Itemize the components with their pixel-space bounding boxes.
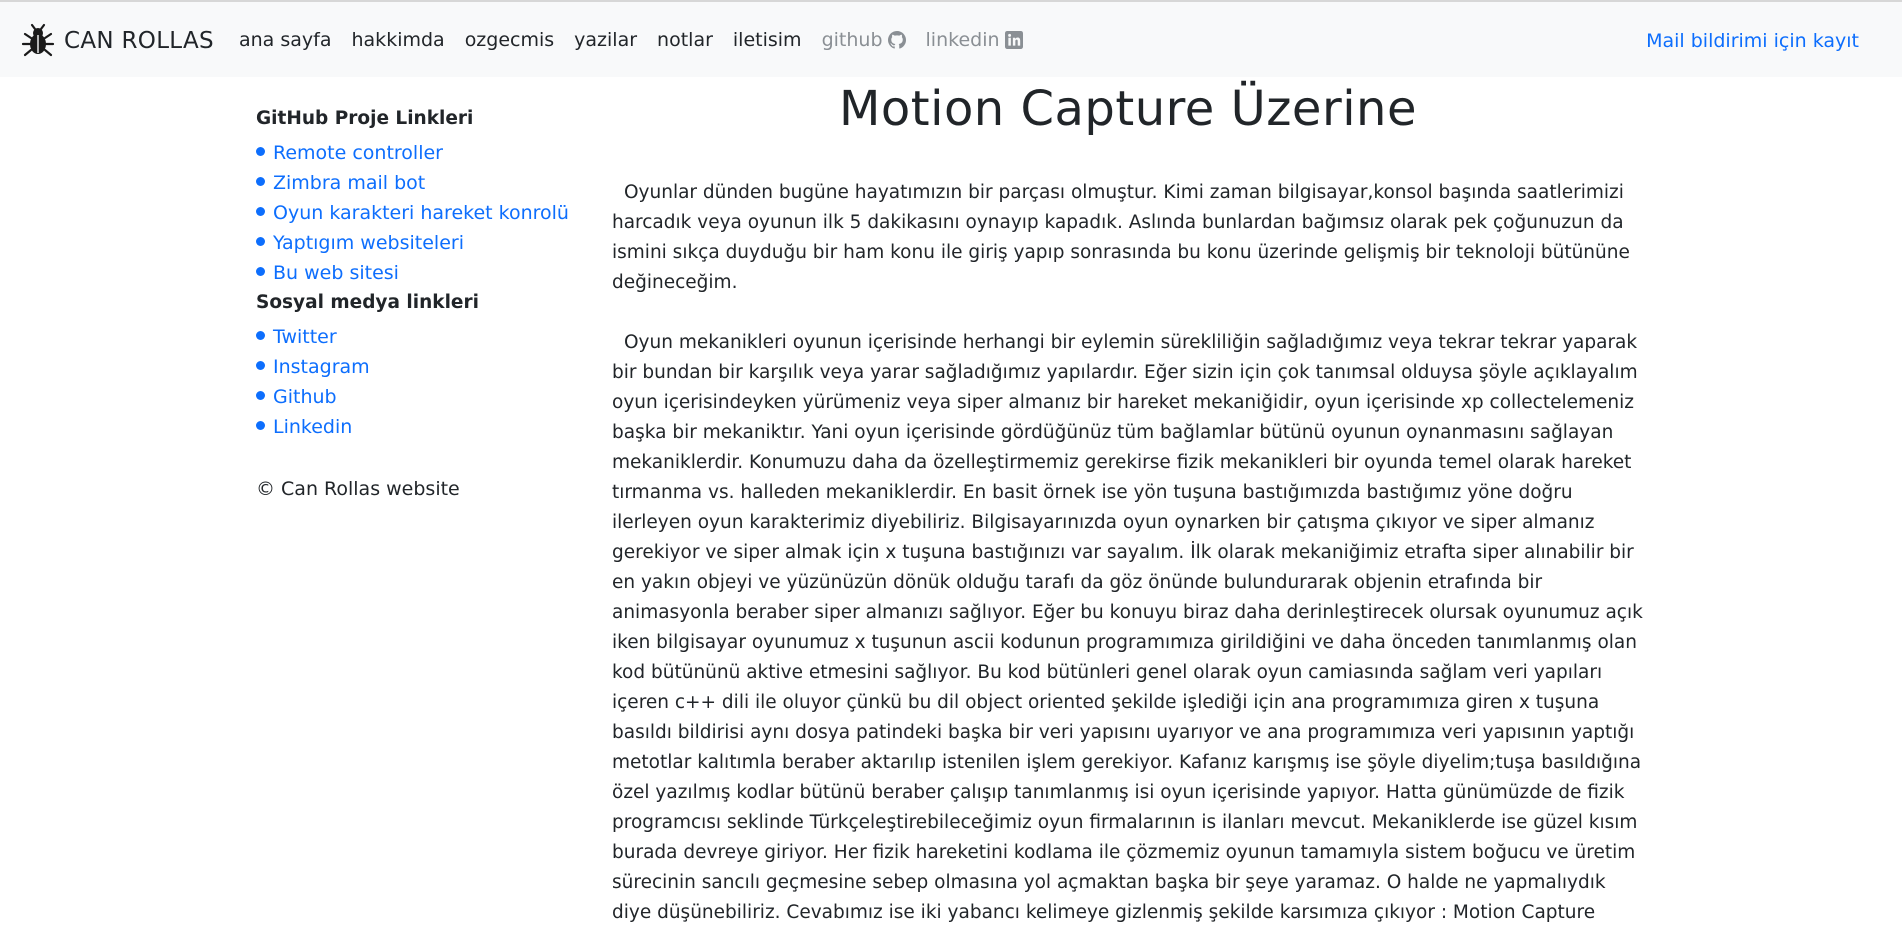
- copyright-text: © Can Rollas website: [256, 478, 460, 500]
- project-link-remote-controller[interactable]: Remote controller: [256, 138, 576, 168]
- nav-link-linkedin[interactable]: linkedin: [926, 29, 1023, 51]
- bullet-icon: [256, 237, 265, 246]
- linkedin-icon: [1004, 31, 1023, 49]
- social-list: Twitter Instagram Github Linkedin: [256, 322, 576, 442]
- bug-icon: [21, 23, 55, 57]
- project-link-websiteleri[interactable]: Yaptıgım websiteleri: [256, 228, 576, 258]
- bullet-icon: [256, 147, 265, 156]
- project-link-oyun-karakteri[interactable]: Oyun karakteri hareket konrolü: [256, 198, 576, 228]
- nav-link-linkedin-label: linkedin: [925, 29, 1000, 51]
- bullet-icon: [256, 207, 265, 216]
- brand-name: CAN ROLLAS: [64, 28, 214, 54]
- project-link-label: Remote controller: [273, 142, 443, 164]
- bullet-icon: [256, 391, 265, 400]
- article: Motion Capture Üzerine Oyunlar dünden bu…: [612, 74, 1644, 928]
- nav-link-hakkimda[interactable]: hakkimda: [352, 29, 445, 51]
- project-link-label: Yaptıgım websiteleri: [273, 232, 464, 254]
- project-link-label: Oyun karakteri hareket konrolü: [273, 202, 569, 224]
- nav-link-github[interactable]: github: [822, 29, 906, 51]
- nav-link-ozgecmis[interactable]: ozgecmis: [465, 29, 554, 51]
- social-heading: Sosyal medya linkleri: [256, 292, 479, 313]
- github-icon: [887, 31, 906, 49]
- nav-link-notlar[interactable]: notlar: [657, 29, 713, 51]
- project-link-zimbra-mail-bot[interactable]: Zimbra mail bot: [256, 168, 576, 198]
- article-paragraph: Oyunlar dünden bugüne hayatımızın bir pa…: [612, 182, 1630, 293]
- bullet-icon: [256, 421, 265, 430]
- nav-link-ana-sayfa[interactable]: ana sayfa: [239, 29, 332, 51]
- social-link-label: Twitter: [273, 326, 337, 348]
- projects-list: Remote controller Zimbra mail bot Oyun k…: [256, 138, 576, 288]
- social-link-github[interactable]: Github: [256, 382, 576, 412]
- sidebar: GitHub Proje Linkleri Remote controller …: [256, 104, 576, 504]
- bullet-icon: [256, 267, 265, 276]
- brand-link[interactable]: CAN ROLLAS: [20, 22, 214, 60]
- bullet-icon: [256, 361, 265, 370]
- social-link-twitter[interactable]: Twitter: [256, 322, 576, 352]
- social-link-label: Github: [273, 386, 337, 408]
- nav-link-yazilar[interactable]: yazilar: [574, 29, 637, 51]
- navbar: CAN ROLLAS ana sayfa hakkimda ozgecmis y…: [0, 2, 1902, 77]
- social-link-label: Instagram: [273, 356, 370, 378]
- project-link-label: Zimbra mail bot: [273, 172, 426, 194]
- project-link-bu-web-sitesi[interactable]: Bu web sitesi: [256, 258, 576, 288]
- bullet-icon: [256, 177, 265, 186]
- bullet-icon: [256, 331, 265, 340]
- social-link-linkedin[interactable]: Linkedin: [256, 412, 576, 442]
- social-link-label: Linkedin: [273, 416, 353, 438]
- social-link-instagram[interactable]: Instagram: [256, 352, 576, 382]
- article-title: Motion Capture Üzerine: [839, 81, 1417, 137]
- article-paragraph: Oyun mekanikleri oyunun içerisinde herha…: [612, 332, 1643, 923]
- project-link-label: Bu web sitesi: [273, 262, 399, 284]
- mail-subscribe-link[interactable]: Mail bildirimi için kayıt: [1646, 30, 1859, 52]
- projects-heading: GitHub Proje Linkleri: [256, 108, 474, 129]
- nav-link-iletisim[interactable]: iletisim: [733, 29, 802, 51]
- nav-menu: ana sayfa hakkimda ozgecmis yazilar notl…: [239, 29, 1043, 51]
- nav-link-github-label: github: [821, 29, 883, 51]
